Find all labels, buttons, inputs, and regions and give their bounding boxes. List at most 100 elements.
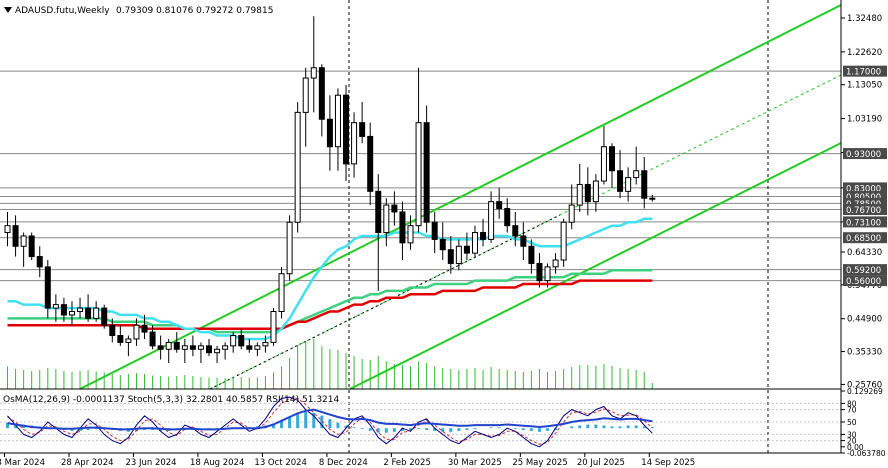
candle-bull <box>600 146 607 182</box>
candle-bull <box>254 345 261 350</box>
level-label-text: 0.73100 <box>846 218 881 228</box>
indicator-tick-label: -0.063780 <box>847 449 886 458</box>
candle-bear <box>367 135 374 192</box>
price-tick-label: 0.44900 <box>847 315 882 325</box>
candle-bear <box>85 307 92 319</box>
candle-bull <box>4 225 11 234</box>
candle-bull <box>278 273 285 313</box>
time-tick-label: 25 May 2025 <box>512 458 567 468</box>
candle-bull <box>214 348 221 354</box>
indicator-label: OsMA(12,26,9) -0.0001137 Stoch(5,3,3) 32… <box>3 395 339 405</box>
candle-bear <box>206 345 212 354</box>
candle-bull <box>592 180 599 203</box>
time-tick-label: 30 Mar 2025 <box>448 458 502 468</box>
candle-bear <box>649 197 656 200</box>
candle-bear <box>423 122 430 223</box>
candle-bear <box>157 345 164 350</box>
candle-bear <box>109 324 116 337</box>
candle-bull <box>633 170 640 179</box>
candle-bear <box>189 345 196 350</box>
candle-bull <box>302 77 309 113</box>
candle-bull <box>68 311 75 316</box>
chart-window[interactable]: 0.129269 80 70 50 30 20 0.00 -0.063780 1.32480 1… <box>0 0 888 468</box>
candle-bull <box>552 259 559 268</box>
candle-bull <box>222 345 229 350</box>
price-tick-label: 1.32480 <box>847 14 882 24</box>
candle-bear <box>12 225 19 247</box>
candle-bull <box>52 304 59 309</box>
candle-bear <box>141 324 148 333</box>
candle-bull <box>77 307 84 313</box>
candle-bear <box>246 345 253 350</box>
candle-bull <box>351 122 358 165</box>
time-tick-label: 28 Apr 2024 <box>61 458 114 468</box>
candle-bull <box>576 183 583 206</box>
price-chart[interactable]: 0.12926980705030200.00-0.063780 1.324801… <box>0 0 888 468</box>
candle-bear <box>504 208 511 227</box>
level-label-text: 0.93000 <box>846 150 881 160</box>
candle-bull <box>407 225 414 244</box>
candle-bull <box>471 232 478 254</box>
candle-bear <box>480 232 487 240</box>
candle-bull <box>125 338 132 343</box>
candle-bull <box>262 341 269 347</box>
candle-bear <box>536 262 543 282</box>
candle-bull <box>560 221 567 261</box>
candle-bear <box>173 341 180 350</box>
candle-bear <box>117 335 124 343</box>
time-tick-label: 20 Jul 2025 <box>577 458 625 468</box>
candle-bear <box>318 67 325 120</box>
price-tick-label: 0.25760 <box>847 380 882 390</box>
candle-bear <box>617 170 624 192</box>
candle-bear <box>439 238 446 251</box>
symbol-label: ADAUSD.futu,Weekly <box>15 6 110 16</box>
time-tick-label: 23 Jun 2024 <box>125 458 176 468</box>
candle-bull <box>270 311 277 343</box>
indicator-tick-label: 70 <box>847 406 857 415</box>
price-tick-label: 0.64330 <box>847 248 882 258</box>
candle-bear <box>447 249 454 264</box>
candle-bear <box>238 335 245 347</box>
level-label-text: 0.76700 <box>846 206 881 216</box>
candle-bull <box>544 266 551 282</box>
candle-bear <box>584 183 591 203</box>
level-label-text: 0.68500 <box>846 234 881 244</box>
candle-bear <box>520 235 527 247</box>
candle-bull <box>455 245 462 264</box>
candle-bear <box>431 221 438 240</box>
candle-bull <box>415 122 422 227</box>
candle-bear <box>463 245 470 254</box>
candle-bull <box>488 201 495 240</box>
time-tick-label: 18 Aug 2024 <box>190 458 244 468</box>
candle-bull <box>20 235 27 247</box>
time-tick-label: 3 Mar 2024 <box>0 458 45 468</box>
candle-bear <box>641 170 648 199</box>
candle-bear <box>60 304 67 316</box>
candle-bull <box>230 335 237 347</box>
candle-bull <box>294 111 301 223</box>
candle-bear <box>101 307 108 326</box>
candle-bear <box>149 331 156 347</box>
chart-header: ADAUSD.futu,Weekly 0.79309 0.81076 0.792… <box>4 6 273 16</box>
candle-bull <box>286 221 293 275</box>
time-tick-label: 13 Oct 2024 <box>254 458 307 468</box>
candle-bear <box>44 266 51 309</box>
price-tick-label: 1.13050 <box>847 81 882 91</box>
price-tick-label: 0.35330 <box>847 348 882 358</box>
candle-bear <box>399 211 406 244</box>
candle-bear <box>326 118 333 148</box>
candle-bull <box>165 341 172 350</box>
candle-bear <box>496 201 503 210</box>
candle-bear <box>609 146 615 172</box>
level-label-text: 0.56000 <box>846 277 881 287</box>
time-tick-label: 2 Feb 2025 <box>383 458 431 468</box>
candle-bear <box>28 235 35 258</box>
ohlc-values: 0.79309 0.81076 0.79272 0.79815 <box>116 6 273 16</box>
candle-bull <box>93 307 100 319</box>
candle-bear <box>375 190 382 234</box>
candle-bull <box>197 345 204 350</box>
candle-bull <box>334 94 341 148</box>
candle-bull <box>310 67 317 79</box>
indicator-tick-label: 50 <box>847 418 857 427</box>
candle-bull <box>133 324 140 340</box>
